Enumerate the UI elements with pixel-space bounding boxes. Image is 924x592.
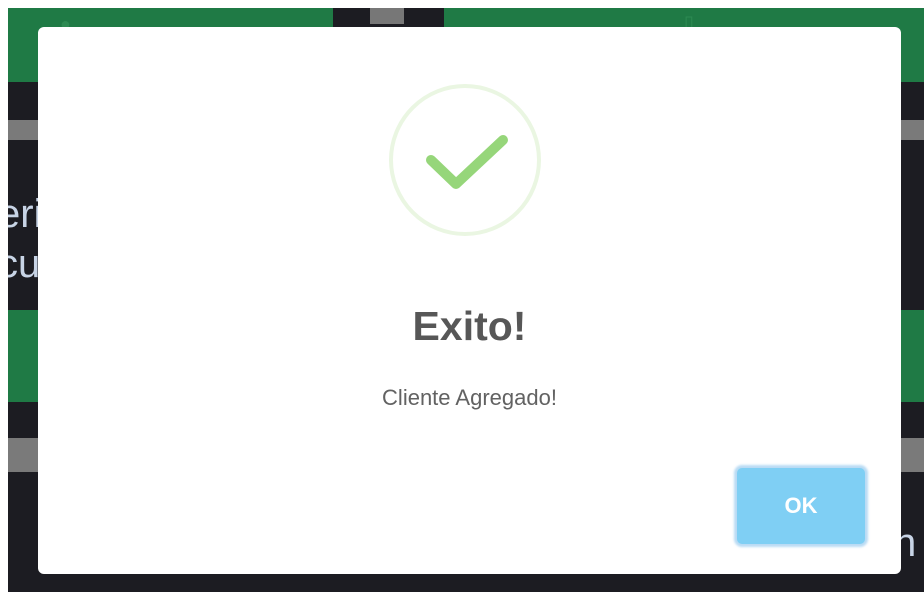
check-circle-icon bbox=[389, 84, 541, 236]
success-dialog: Exito! Cliente Agregado! OK bbox=[38, 27, 901, 574]
background-text-line-2: cu bbox=[8, 242, 41, 286]
dialog-title: Exito! bbox=[412, 303, 527, 349]
dialog-message: Cliente Agregado! bbox=[382, 385, 557, 410]
top-gray-tab bbox=[370, 8, 404, 24]
ok-button[interactable]: OK bbox=[737, 468, 865, 544]
